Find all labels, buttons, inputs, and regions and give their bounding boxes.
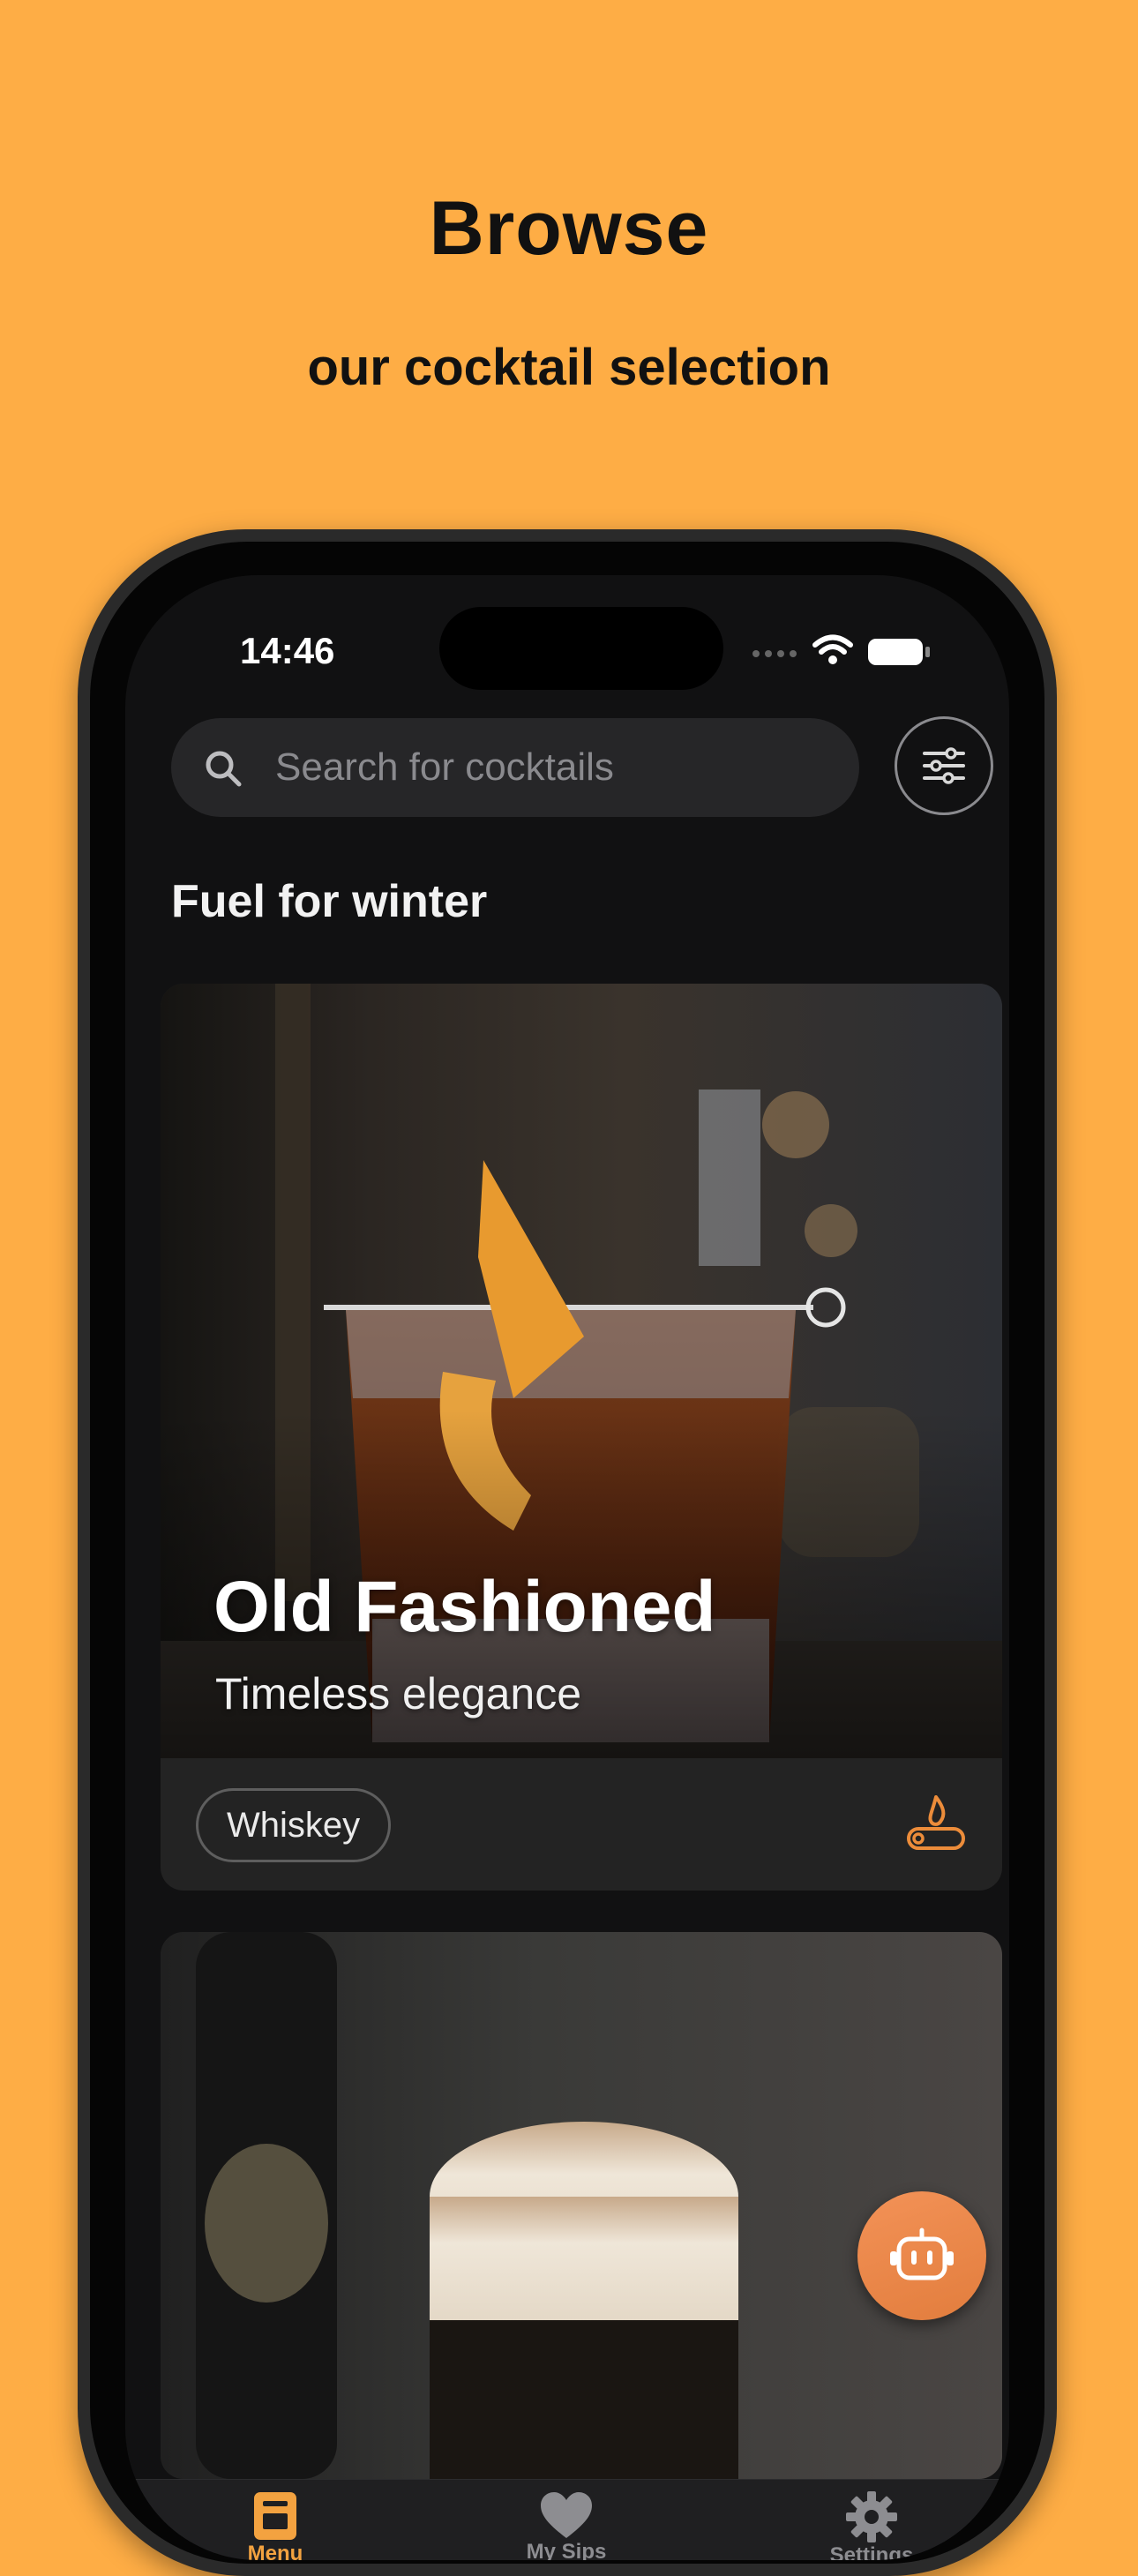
battery-icon xyxy=(868,639,930,665)
hero-subtitle: our cocktail selection xyxy=(307,339,831,396)
cocktail-tagline: Timeless elegance xyxy=(215,1669,582,1719)
cocktail-name: Old Fashioned xyxy=(213,1567,716,1647)
robot-icon xyxy=(890,2228,954,2280)
status-icons xyxy=(702,633,932,669)
tab-menu[interactable]: Menu xyxy=(187,2480,363,2560)
section-title: Fuel for winter xyxy=(171,876,488,927)
tab-my-sips[interactable]: My Sips xyxy=(478,2480,655,2560)
filter-button[interactable] xyxy=(895,716,993,815)
spirit-tag[interactable]: Whiskey xyxy=(196,1788,392,1862)
sliders-icon xyxy=(923,747,965,784)
cocktail-card[interactable]: Old Fashioned Timeless elegance Whiskey xyxy=(161,984,1002,1891)
tab-label: Settings xyxy=(829,2543,914,2560)
signal-icon xyxy=(752,650,797,657)
fire-log-icon xyxy=(907,1795,965,1850)
phone-screen: 14:46 Search for cocktails Fuel for wint… xyxy=(125,575,1009,2560)
search-bar[interactable] xyxy=(171,718,859,817)
tab-label: Menu xyxy=(247,2542,303,2560)
cocktail-card-2[interactable] xyxy=(161,1932,1002,2479)
status-time: 14:46 xyxy=(240,630,335,671)
dynamic-island xyxy=(439,607,723,690)
search-input[interactable] xyxy=(275,718,840,817)
search-icon xyxy=(206,751,242,787)
heart-icon xyxy=(541,2492,592,2538)
assistant-button[interactable] xyxy=(857,2191,986,2320)
phone-bezel: 14:46 Search for cocktails Fuel for wint… xyxy=(90,542,1044,2564)
tab-label: My Sips xyxy=(526,2540,607,2560)
tab-settings[interactable]: Settings xyxy=(783,2480,960,2560)
wifi-icon xyxy=(812,634,853,664)
hero-title: Browse xyxy=(429,186,709,271)
stout-cocktail-photo xyxy=(161,1932,1002,2479)
menu-book-icon xyxy=(254,2492,296,2540)
phone-frame: 14:46 Search for cocktails Fuel for wint… xyxy=(78,529,1057,2576)
gear-icon xyxy=(846,2491,897,2542)
tab-bar: Menu My Sips Settings xyxy=(125,2479,1009,2560)
